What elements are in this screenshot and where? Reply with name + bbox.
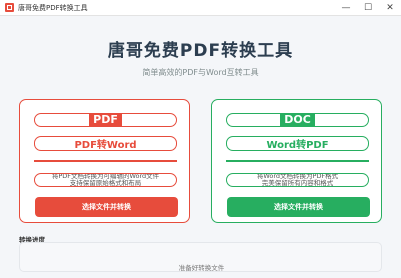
pdf-to-word-description: 将PDF文档转换为可编辑的Word文件 支持保留原始格式和布局 [34, 173, 177, 187]
pdf-to-word-name: PDF转Word [74, 140, 137, 151]
word-to-pdf-description: 将Word文档转换为PDF格式 完美保留所有内容和格式 [226, 173, 369, 187]
page-subtitle: 简单高效的PDF与Word互转工具 [142, 68, 259, 77]
doc-divider [226, 160, 369, 162]
word-to-pdf-description-line2: 完美保留所有内容和格式 [261, 179, 334, 187]
title-bar: 唐哥免费PDF转换工具 — ☐ ✕ [0, 0, 401, 16]
pdf-to-word-card: PDF PDF转Word 将PDF文档转换为可编辑的Word文件 支持保留原始格… [19, 99, 190, 223]
word-to-pdf-name: Word转PDF [266, 140, 329, 151]
app-icon [5, 3, 14, 12]
window-title: 唐哥免费PDF转换工具 [18, 3, 88, 12]
doc-badge-frame: DOC [226, 113, 369, 127]
progress-status: 准备好转换文件 [178, 264, 225, 272]
word-to-pdf-name-frame: Word转PDF [226, 136, 369, 151]
pdf-badge: PDF [89, 113, 122, 127]
pdf-divider [34, 160, 177, 162]
minimize-button[interactable]: — [335, 0, 357, 15]
pdf-to-word-convert-button[interactable]: 选择文件并转换 [35, 197, 178, 217]
window-controls: — ☐ ✕ [335, 0, 401, 15]
progress-area: 准备好转换文件 [19, 242, 382, 272]
word-to-pdf-convert-button[interactable]: 选择文件并转换 [227, 197, 370, 217]
page-title: 唐哥免费PDF转换工具 [107, 41, 294, 61]
pdf-to-word-name-frame: PDF转Word [34, 136, 177, 151]
doc-badge: DOC [280, 113, 315, 127]
word-to-pdf-card: DOC Word转PDF 将Word文档转换为PDF格式 完美保留所有内容和格式… [211, 99, 382, 223]
pdf-to-word-description-line2: 支持保留原始格式和布局 [69, 179, 142, 187]
pdf-badge-frame: PDF [34, 113, 177, 127]
close-button[interactable]: ✕ [379, 0, 401, 15]
maximize-button[interactable]: ☐ [357, 0, 379, 15]
